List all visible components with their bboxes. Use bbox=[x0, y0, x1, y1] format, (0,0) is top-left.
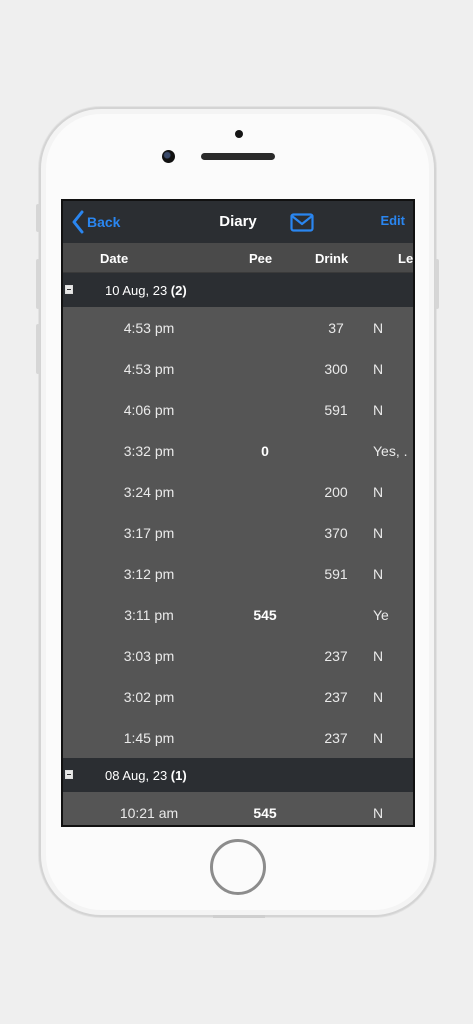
diary-table: 10 Aug, 23 (2) 4:53 pm 37 N 4:53 pm 300 N 4:06 … bbox=[63, 273, 413, 825]
row-time: 3:12 pm bbox=[123, 566, 175, 582]
section-title: 10 Aug, 23 (2) bbox=[105, 283, 187, 298]
row-leak: N bbox=[373, 484, 384, 500]
phone-frame: Back Diary Edit Date Pee Drink Le 10 Aug… bbox=[36, 107, 439, 918]
table-row[interactable]: 3:02 pm 237 N bbox=[63, 676, 413, 717]
row-drink: 200 bbox=[324, 484, 348, 500]
table-row[interactable]: 3:11 pm 545 Ye bbox=[63, 594, 413, 635]
table-row[interactable]: 3:12 pm 591 N bbox=[63, 553, 413, 594]
column-header: Date Pee Drink Le bbox=[63, 243, 413, 273]
home-button[interactable] bbox=[210, 839, 266, 895]
row-drink: 370 bbox=[324, 525, 348, 541]
volume-up-button bbox=[36, 259, 40, 309]
edit-button[interactable]: Edit bbox=[380, 213, 405, 228]
row-leak: Yes, . bbox=[373, 443, 408, 459]
collapse-icon[interactable] bbox=[65, 770, 73, 779]
row-leak: N bbox=[373, 689, 384, 705]
row-leak: Ye bbox=[373, 607, 389, 623]
row-time: 4:53 pm bbox=[123, 361, 175, 377]
table-row[interactable]: 3:03 pm 237 N bbox=[63, 635, 413, 676]
proximity-sensor bbox=[235, 130, 243, 138]
table-row[interactable]: 4:53 pm 37 N bbox=[63, 307, 413, 348]
section-count: (2) bbox=[170, 283, 187, 298]
row-leak: N bbox=[373, 402, 384, 418]
bottom-notch bbox=[213, 915, 265, 918]
app-screen: Back Diary Edit Date Pee Drink Le 10 Aug… bbox=[61, 199, 415, 827]
table-row[interactable]: 3:17 pm 370 N bbox=[63, 512, 413, 553]
front-camera bbox=[162, 150, 175, 163]
row-leak: N bbox=[373, 805, 384, 821]
volume-down-button bbox=[36, 324, 40, 374]
row-time: 3:17 pm bbox=[123, 525, 175, 541]
table-row[interactable]: 3:24 pm 200 N bbox=[63, 471, 413, 512]
row-pee: 0 bbox=[261, 443, 269, 459]
column-pee: Pee bbox=[249, 251, 273, 266]
row-time: 10:21 am bbox=[119, 805, 179, 821]
row-time: 4:06 pm bbox=[123, 402, 175, 418]
mute-switch bbox=[36, 204, 40, 232]
table-row[interactable]: 1:45 pm 237 N bbox=[63, 717, 413, 758]
row-leak: N bbox=[373, 320, 384, 336]
row-drink: 300 bbox=[324, 361, 348, 377]
row-leak: N bbox=[373, 525, 384, 541]
section-count: (1) bbox=[170, 768, 187, 783]
section-header[interactable]: 08 Aug, 23 (1) bbox=[63, 758, 413, 792]
row-drink: 237 bbox=[324, 648, 348, 664]
table-row[interactable]: 4:53 pm 300 N bbox=[63, 348, 413, 389]
row-leak: N bbox=[373, 730, 384, 746]
earpiece-speaker bbox=[201, 153, 275, 160]
row-time: 3:11 pm bbox=[124, 607, 174, 623]
navigation-bar: Back Diary Edit bbox=[63, 201, 413, 243]
row-drink: 237 bbox=[324, 730, 348, 746]
row-time: 3:03 pm bbox=[123, 648, 175, 664]
table-row[interactable]: 4:06 pm 591 N bbox=[63, 389, 413, 430]
row-leak: N bbox=[373, 361, 384, 377]
column-leak: Le bbox=[398, 251, 414, 266]
row-pee: 545 bbox=[253, 607, 277, 623]
row-time: 3:24 pm bbox=[123, 484, 175, 500]
table-row[interactable]: 3:32 pm 0 Yes, . bbox=[63, 430, 413, 471]
row-time: 3:32 pm bbox=[123, 443, 175, 459]
mail-icon[interactable] bbox=[290, 213, 314, 232]
row-drink: 237 bbox=[324, 689, 348, 705]
row-drink: 591 bbox=[324, 566, 348, 582]
row-drink: 37 bbox=[328, 320, 344, 336]
power-button bbox=[435, 259, 439, 309]
row-leak: N bbox=[373, 648, 384, 664]
column-date: Date bbox=[100, 251, 129, 266]
row-leak: N bbox=[373, 566, 384, 582]
column-drink: Drink bbox=[315, 251, 349, 266]
row-time: 3:02 pm bbox=[123, 689, 175, 705]
row-pee: 545 bbox=[253, 805, 277, 821]
page-title: Diary bbox=[219, 213, 257, 230]
row-time: 4:53 pm bbox=[123, 320, 175, 336]
row-time: 1:45 pm bbox=[123, 730, 175, 746]
row-drink: 591 bbox=[324, 402, 348, 418]
section-header[interactable]: 10 Aug, 23 (2) bbox=[63, 273, 413, 307]
section-date: 10 Aug, 23 bbox=[105, 283, 168, 298]
section-date: 08 Aug, 23 bbox=[105, 768, 168, 783]
collapse-icon[interactable] bbox=[65, 285, 73, 294]
table-row[interactable]: 10:21 am 545 N bbox=[63, 792, 413, 825]
section-title: 08 Aug, 23 (1) bbox=[105, 768, 187, 783]
